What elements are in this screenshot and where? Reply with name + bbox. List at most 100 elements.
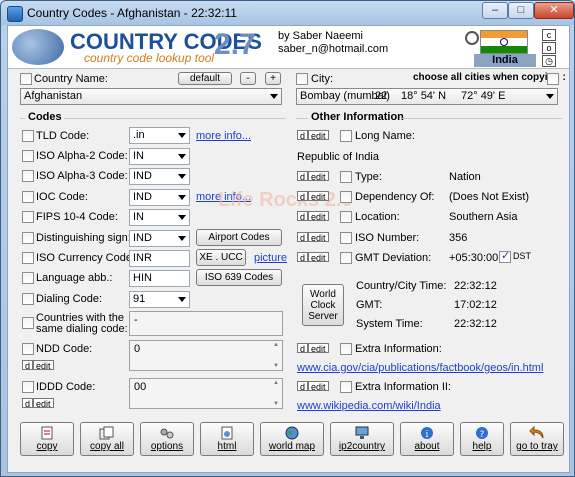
iso-number-checkbox[interactable] <box>340 232 352 244</box>
gmt-d-button[interactable]: d <box>297 252 309 263</box>
c-button[interactable]: c <box>542 29 556 41</box>
gmt-checkbox[interactable] <box>340 252 352 264</box>
extra1-edit-button[interactable]: edit <box>308 343 329 354</box>
ndd-field[interactable]: 0 ▲ ▼ <box>129 340 283 371</box>
scrollbar[interactable]: ▲ ▼ <box>271 380 281 407</box>
html-button[interactable]: html <box>200 422 254 456</box>
long-name-edit-button[interactable]: edit <box>308 130 329 141</box>
alpha2-select[interactable]: IN <box>129 148 190 165</box>
scrollbar[interactable]: ▲ ▼ <box>271 342 281 369</box>
iddd-field[interactable]: 00 ▲ ▼ <box>129 378 283 409</box>
type-label: Type: <box>355 171 382 183</box>
xe-ucc-button[interactable]: XE . UCC <box>196 249 246 266</box>
language-checkbox[interactable] <box>22 272 34 284</box>
same-dialing-checkbox[interactable] <box>22 317 34 329</box>
city-checkbox[interactable] <box>296 73 308 85</box>
type-checkbox[interactable] <box>340 171 352 183</box>
default-button[interactable]: default <box>178 72 232 85</box>
currency-field[interactable]: INR <box>129 250 190 267</box>
gmt-d-edit: d edit <box>297 252 329 264</box>
dst-label: DST <box>513 251 531 261</box>
long-name-checkbox[interactable] <box>340 130 352 142</box>
dialing-checkbox[interactable] <box>22 293 34 305</box>
extra2-d-button[interactable]: d <box>297 381 309 392</box>
dependency-checkbox[interactable] <box>340 191 352 203</box>
ndd-checkbox[interactable] <box>22 343 34 355</box>
world-clock-server-button[interactable]: World Clock Server <box>302 284 344 326</box>
extra1-checkbox[interactable] <box>340 343 352 355</box>
extra2-link[interactable]: www.wikipedia.com/wiki/India <box>297 400 441 412</box>
iso-number-d-button[interactable]: d <box>297 232 309 243</box>
iddd-edit-button[interactable]: edit <box>33 398 54 409</box>
ioc-select[interactable]: IND <box>129 189 190 206</box>
choose-all-cities-checkbox[interactable] <box>547 73 559 85</box>
dst-checkbox[interactable] <box>499 249 511 263</box>
currency-checkbox[interactable] <box>22 252 34 264</box>
sign-checkbox[interactable] <box>22 232 34 244</box>
clock-button[interactable]: ◷ <box>542 55 556 67</box>
type-d-button[interactable]: d <box>297 171 309 182</box>
same-dialing-field[interactable]: - <box>129 311 283 336</box>
close-button[interactable]: ✕ <box>534 2 574 19</box>
options-button[interactable]: options <box>140 422 194 456</box>
language-field[interactable]: HIN <box>129 270 190 287</box>
dialing-label: Dialing Code: <box>36 293 103 305</box>
go-to-tray-button[interactable]: go to tray <box>510 422 564 456</box>
maximize-button[interactable]: □ <box>508 2 534 19</box>
iso-number-edit-button[interactable]: edit <box>308 232 329 243</box>
plus-button[interactable]: + <box>265 72 281 85</box>
copy-button[interactable]: copy <box>20 422 74 456</box>
about-button[interactable]: i about <box>400 422 454 456</box>
same-dialing-label-line2: same dialing code: <box>36 323 128 335</box>
alpha3-select[interactable]: IND <box>129 168 190 185</box>
ip2country-button[interactable]: ip2country <box>330 422 394 456</box>
country-select[interactable]: Afghanistan <box>20 88 282 105</box>
airport-codes-button[interactable]: Airport Codes <box>196 229 282 246</box>
window-title: Country Codes - Afghanistan - 22:32:11 <box>27 6 237 20</box>
extra2-edit-button[interactable]: edit <box>308 381 329 392</box>
location-d-button[interactable]: d <box>297 211 309 222</box>
alpha3-checkbox[interactable] <box>22 170 34 182</box>
long-name-d-button[interactable]: d <box>297 130 309 141</box>
iso-639-codes-button[interactable]: ISO 639 Codes <box>196 269 282 286</box>
minus-button[interactable]: - <box>240 72 256 85</box>
world-map-button[interactable]: world map <box>260 422 324 456</box>
alpha2-checkbox[interactable] <box>22 150 34 162</box>
tld-select[interactable]: .in <box>129 127 190 144</box>
system-time-label: System Time: <box>356 318 423 330</box>
type-edit-button[interactable]: edit <box>308 171 329 182</box>
title-bar[interactable]: Country Codes - Afghanistan - 22:32:11 –… <box>1 1 574 25</box>
extra2-checkbox[interactable] <box>340 381 352 393</box>
iddd-d-edit: d edit <box>22 398 54 410</box>
magnifier-icon[interactable] <box>465 31 479 45</box>
ndd-edit-button[interactable]: edit <box>33 360 54 371</box>
tld-checkbox[interactable] <box>22 130 34 142</box>
dependency-d-button[interactable]: d <box>297 191 309 202</box>
ioc-checkbox[interactable] <box>22 191 34 203</box>
world-map-button-label: world map <box>268 441 316 452</box>
picture-link[interactable]: picture <box>254 252 287 264</box>
location-edit-button[interactable]: edit <box>308 211 329 222</box>
gmt-edit-button[interactable]: edit <box>308 252 329 263</box>
fips-checkbox[interactable] <box>22 211 34 223</box>
tld-more-info-link[interactable]: more info... <box>196 130 251 142</box>
ndd-d-button[interactable]: d <box>22 360 34 371</box>
divider <box>402 118 562 119</box>
dialing-select[interactable]: 91 <box>129 291 190 308</box>
o-button[interactable]: o <box>542 42 556 54</box>
dependency-edit-button[interactable]: edit <box>308 191 329 202</box>
extra1-d-button[interactable]: d <box>297 343 309 354</box>
minimize-button[interactable]: – <box>482 2 508 19</box>
city-select[interactable]: Bombay (mumbai) 22 18° 54' N 72° 49' E <box>296 88 558 105</box>
ioc-value: IND <box>133 191 152 203</box>
same-dialing-label: Countries with the same dialing code: <box>36 313 128 335</box>
location-checkbox[interactable] <box>340 211 352 223</box>
iddd-checkbox[interactable] <box>22 381 34 393</box>
iddd-d-button[interactable]: d <box>22 398 34 409</box>
fips-select[interactable]: IN <box>129 209 190 226</box>
extra1-link[interactable]: www.cia.gov/cia/publications/factbook/ge… <box>297 362 543 374</box>
help-button[interactable]: ? help <box>460 422 504 456</box>
copy-all-button[interactable]: copy all <box>80 422 134 456</box>
country-name-checkbox[interactable] <box>20 73 32 85</box>
sign-select[interactable]: IND <box>129 230 190 247</box>
